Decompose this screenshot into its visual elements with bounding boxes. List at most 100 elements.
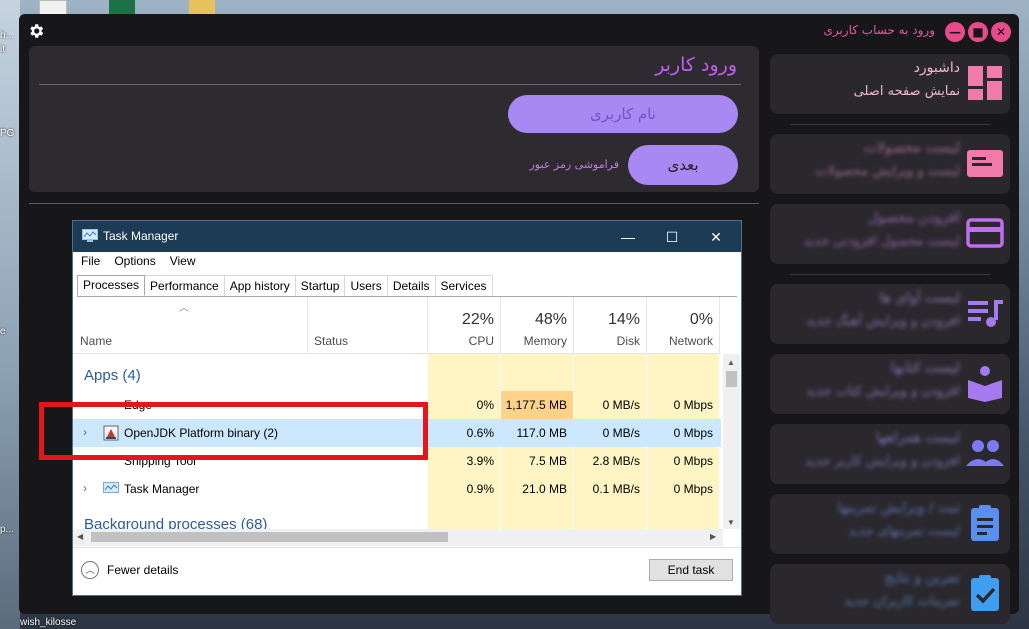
tab-users[interactable]: Users [344,275,388,296]
close-button[interactable]: ✕ [991,22,1011,42]
login-panel: ورود کاربر نام کاربری بعدی فراموشی رمز ع… [29,46,759,192]
sidebar-item-books[interactable]: لیست کتابها افزودن و ویرایش کتاب جدید [770,354,1010,414]
column-header-network[interactable]: 0% Network [647,297,720,353]
sidebar-item-subtitle: تمرینات کاربران جدید [844,594,960,609]
forgot-password-link[interactable]: فراموشی رمز عبور [530,158,620,171]
sidebar-item-subtitle: افزودن و ویرایش کاربر جدید [805,454,960,469]
tab-processes[interactable]: Processes [77,275,146,296]
chevron-up-icon: ︿ [81,561,99,579]
sidebar-item-users[interactable]: لیست همراهها افزودن و ویرایش کاربر جدید [770,424,1010,484]
menu-view[interactable]: View [170,254,196,268]
cpu-cell: 0.9% [466,482,494,496]
column-header-status[interactable]: Status [308,297,428,353]
sidebar-item-subtitle: لیست تمرینهای جدید [848,524,960,539]
expand-chevron-icon[interactable]: › [83,481,87,495]
disk-cell: 0 MB/s [602,398,640,412]
username-input[interactable]: نام کاربری [508,95,738,133]
cpu-label: CPU [468,334,494,348]
end-task-button[interactable]: End task [649,559,733,581]
maximize-button[interactable]: ■ [968,22,988,42]
network-label: Network [668,334,713,348]
product-card-icon [967,150,1003,177]
menu-options[interactable]: Options [114,254,155,268]
network-cell: 0 Mbps [673,426,713,440]
tab-startup[interactable]: Startup [294,275,346,296]
login-title: ورود کاربر [655,54,737,76]
scroll-thumb[interactable] [91,532,448,542]
desktop-label: it [0,44,5,55]
sidebar-item-exercises[interactable]: ثبت / ویرایش تمرینها لیست تمرینهای جدید [770,494,1010,554]
desktop-label: wish_kilosse [20,617,77,628]
memory-percent: 48% [534,311,567,328]
fewer-details-button[interactable]: ︿ Fewer details [81,561,178,579]
credit-card-icon [966,218,1004,248]
excel-icon[interactable] [109,0,135,14]
background-section-title: Background processes (68) [84,516,268,529]
maximize-button[interactable]: ☐ [649,226,695,248]
column-header-cpu[interactable]: 22% CPU [428,297,501,353]
minimize-button[interactable]: — [945,22,965,42]
folder-icon[interactable] [189,0,215,14]
column-header-memory[interactable]: 48% Memory [501,297,574,353]
sidebar-item-title: لیست آوای ها [879,290,960,306]
horizontal-scrollbar[interactable]: ◀ ▶ [73,529,723,546]
sidebar-item-audio[interactable]: لیست آوای ها افزودن و ویرایش آهنگ جدید [770,284,1010,344]
scroll-right-icon[interactable]: ▶ [710,532,716,541]
sidebar-item-title: تمرین و نتایج [884,570,960,586]
sidebar-item-title: داشبورد [913,60,960,76]
table-row[interactable]: › Task Manager 0.9% 21.0 MB 0.1 MB/s 0 M… [73,475,721,503]
tab-services[interactable]: Services [434,275,493,296]
book-reader-icon [968,366,1002,402]
desktop-label: e [0,326,6,337]
next-button[interactable]: بعدی [628,145,738,185]
people-icon [966,440,1004,466]
sidebar-item-add-product[interactable]: افزودن محصول لیست محصول افزودنی جدید [770,204,1010,264]
cpu-cell: 0% [476,398,494,412]
sidebar-item-title: لیست محصولات [863,140,960,156]
menu-file[interactable]: File [81,254,100,268]
window-title: Task Manager [103,229,179,243]
sidebar-item-products[interactable]: لیست محصولات لیست و ویرایش محصولات [770,134,1010,194]
minimize-button[interactable]: — [605,226,651,248]
sidebar-item-results[interactable]: تمرین و نتایج تمرینات کاربران جدید [770,564,1010,624]
scroll-thumb[interactable] [726,371,737,387]
memory-cell: 117.0 MB [516,426,567,440]
dashboard-icon [968,66,1002,100]
window-controls: — ■ ✕ [945,22,1011,42]
disk-percent: 14% [607,311,640,328]
sidebar-item-subtitle: نمایش صفحه اصلی [853,84,960,99]
disk-cell: 2.8 MB/s [592,454,640,468]
menu-bar: File Options View [81,254,196,268]
gear-icon[interactable] [27,22,45,40]
fewer-details-label: Fewer details [107,563,179,577]
vertical-scrollbar[interactable]: ▲ ▼ [723,354,740,529]
column-header-name[interactable]: ︿ Name [73,297,308,353]
desktop-label: PG [0,128,15,139]
sidebar-item-dashboard[interactable]: داشبورد نمایش صفحه اصلی [770,54,1010,114]
scroll-up-icon[interactable]: ▲ [727,358,735,367]
clipboard-check-icon [971,575,999,611]
column-header-disk[interactable]: 14% Disk [574,297,647,353]
process-name: Task Manager [124,482,200,496]
divider [39,84,741,85]
tab-bar: Processes Performance App history Startu… [77,275,493,296]
network-cell: 0 Mbps [673,398,713,412]
sidebar-item-subtitle: لیست و ویرایش محصولات [815,164,960,179]
tab-details[interactable]: Details [386,275,436,296]
network-cell: 0 Mbps [673,454,713,468]
task-manager-icon [103,482,119,493]
sort-arrow-icon: ︿ [179,303,189,314]
highlight-box [39,402,428,460]
task-manager-icon [82,229,98,242]
scroll-left-icon[interactable]: ◀ [77,532,83,541]
tab-app-history[interactable]: App history [223,275,296,296]
task-manager-titlebar[interactable]: Task Manager — ☐ ✕ [73,221,741,252]
sidebar-item-title: لیست کتابها [891,360,960,376]
apps-section-title: Apps (4) [84,367,141,384]
close-button[interactable]: ✕ [693,226,739,248]
clipboard-icon [971,505,999,541]
divider [29,203,759,204]
scroll-down-icon[interactable]: ▼ [727,518,735,527]
tab-performance[interactable]: Performance [144,275,225,296]
app-title: ورود به حساب کاربری [823,23,935,37]
